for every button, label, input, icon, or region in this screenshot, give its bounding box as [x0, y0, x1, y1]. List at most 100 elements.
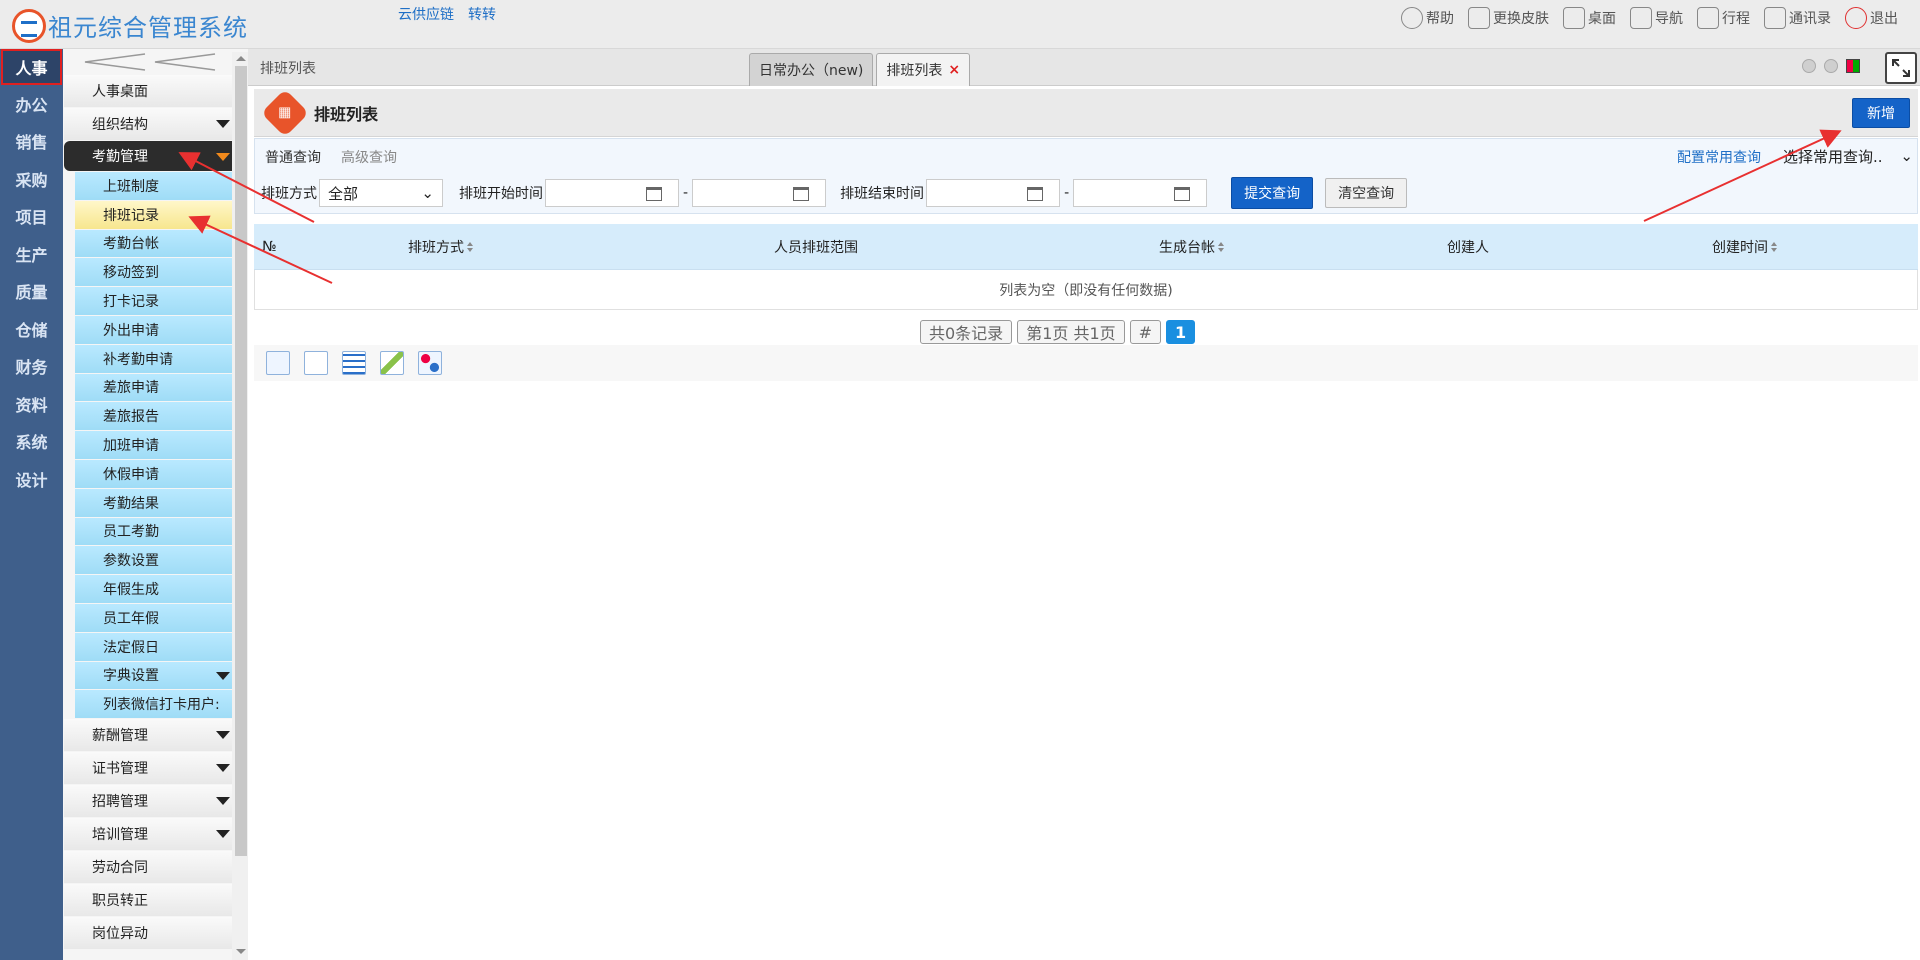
- calendar-icon[interactable]: [793, 187, 810, 201]
- submenu-item[interactable]: 员工年假: [75, 603, 246, 632]
- select-icon[interactable]: [266, 351, 290, 375]
- rail-item-design[interactable]: 设计: [0, 460, 63, 498]
- submenu-scrollbar[interactable]: [232, 52, 248, 960]
- tab-menu-icon[interactable]: [1846, 59, 1860, 73]
- submenu-item[interactable]: 劳动合同: [64, 851, 246, 884]
- submenu-item[interactable]: 法定假日: [75, 632, 246, 661]
- col-ledger[interactable]: 生成台帐: [1159, 237, 1447, 257]
- query-row: 排班方式 全部 ⌄ 排班开始时间 - 排班结束时间 - 提交查询 清空查询: [261, 177, 1408, 209]
- submenu-item[interactable]: 差旅申请: [75, 373, 246, 402]
- rail-item-quality[interactable]: 质量: [0, 273, 63, 311]
- nav-desktop[interactable]: 桌面: [1563, 7, 1616, 29]
- tab-prev-icon[interactable]: [1802, 59, 1816, 73]
- submenu-item[interactable]: 排班记录: [75, 200, 246, 229]
- tab-schedule-list[interactable]: 排班列表 ×: [876, 53, 971, 86]
- tab-schedule-list-label: 排班列表: [886, 63, 943, 79]
- submenu-item[interactable]: 补考勤申请: [75, 344, 246, 373]
- mode-select[interactable]: 全部 ⌄: [319, 179, 443, 207]
- plugin-icon[interactable]: [418, 351, 442, 375]
- submenu-item[interactable]: 打卡记录: [75, 287, 246, 315]
- rail-item-system[interactable]: 系统: [0, 423, 63, 461]
- submenu-item[interactable]: 招聘管理: [64, 785, 246, 818]
- submenu-item[interactable]: 薪酬管理: [64, 719, 246, 752]
- close-icon[interactable]: ×: [948, 62, 960, 78]
- submenu-item[interactable]: 差旅报告: [75, 402, 246, 431]
- scroll-up-icon[interactable]: [236, 56, 246, 61]
- submit-query-button[interactable]: 提交查询: [1231, 177, 1314, 209]
- submenu-item[interactable]: 年假生成: [75, 575, 246, 603]
- link-cloud-supply-chain[interactable]: 云供应链: [398, 4, 454, 24]
- config-common-query-link[interactable]: 配置常用查询: [1677, 147, 1761, 167]
- nav-help[interactable]: 帮助: [1401, 7, 1454, 29]
- document-icon[interactable]: [304, 351, 328, 375]
- submenu-item[interactable]: 考勤台帐: [75, 229, 246, 258]
- rail-item-finance[interactable]: 财务: [0, 348, 63, 386]
- double-chevron-left-icon: [84, 53, 216, 71]
- end-date-from[interactable]: [926, 179, 1061, 207]
- rail-item-office[interactable]: 办公: [0, 85, 63, 123]
- common-query-select[interactable]: 选择常用查询.. ⌄: [1783, 145, 1913, 167]
- submenu-item[interactable]: 证书管理: [64, 752, 246, 785]
- rail-item-purchase[interactable]: 采购: [0, 160, 63, 198]
- nav-contacts[interactable]: 通讯录: [1764, 7, 1831, 29]
- submenu-item[interactable]: 职员转正: [64, 884, 246, 917]
- submenu-item-label: 法定假日: [103, 639, 159, 656]
- submenu-item[interactable]: 培训管理: [64, 818, 246, 851]
- collapse-menu-button[interactable]: [63, 49, 248, 75]
- col-created-time-label: 创建时间: [1712, 239, 1768, 256]
- page-info: 第1页 共1页: [1017, 320, 1125, 344]
- submenu-item[interactable]: 移动签到: [75, 258, 246, 287]
- rail-item-sales[interactable]: 销售: [0, 123, 63, 161]
- rail-item-project[interactable]: 项目: [0, 198, 63, 236]
- rail-item-production[interactable]: 生产: [0, 235, 63, 273]
- submenu-item[interactable]: 列表微信打卡用户:: [75, 690, 246, 719]
- calendar-icon: [1697, 7, 1719, 29]
- calendar-icon[interactable]: [646, 187, 662, 201]
- tab-advanced-query[interactable]: 高级查询: [341, 147, 397, 167]
- fullscreen-button[interactable]: [1885, 52, 1917, 84]
- end-date-to[interactable]: [1073, 179, 1208, 207]
- submenu-item[interactable]: 参数设置: [75, 546, 246, 575]
- rail-item-resources[interactable]: 资料: [0, 385, 63, 423]
- add-button[interactable]: 新增: [1852, 98, 1910, 128]
- nav-schedule[interactable]: 行程: [1697, 7, 1750, 29]
- nav-navigation[interactable]: 导航: [1630, 7, 1683, 29]
- page-current[interactable]: 1: [1166, 320, 1196, 344]
- submenu-item-label: 参数设置: [103, 553, 159, 570]
- tab-daily-office[interactable]: 日常办公（new): [749, 53, 874, 86]
- rail-item-warehouse[interactable]: 仓储: [0, 310, 63, 348]
- edit-icon[interactable]: [380, 351, 404, 375]
- nav-help-label: 帮助: [1426, 11, 1454, 27]
- scroll-down-icon[interactable]: [236, 949, 246, 954]
- tab-normal-query[interactable]: 普通查询: [265, 147, 321, 167]
- submenu-item[interactable]: 字典设置: [75, 661, 246, 690]
- submenu-item[interactable]: 上班制度: [75, 172, 246, 200]
- link-zhuanzhuan[interactable]: 转转: [468, 4, 496, 24]
- scrollbar-thumb[interactable]: [235, 66, 247, 856]
- submenu-item[interactable]: 员工考勤: [75, 517, 246, 546]
- start-date-from[interactable]: [545, 179, 679, 207]
- calendar-icon[interactable]: [1027, 187, 1044, 201]
- submenu-item[interactable]: 加班申请: [75, 431, 246, 459]
- submenu-item[interactable]: 组织结构: [64, 108, 246, 140]
- nav-logout[interactable]: 退出: [1845, 7, 1898, 29]
- submenu-item[interactable]: 人事桌面: [64, 75, 246, 107]
- nav-skin[interactable]: 更换皮肤: [1468, 7, 1549, 29]
- page-jump[interactable]: #: [1129, 320, 1162, 344]
- power-icon: [1845, 7, 1867, 29]
- caret-down-icon: [216, 764, 230, 773]
- submenu-item[interactable]: 考勤结果: [75, 488, 246, 517]
- start-date-to[interactable]: [692, 179, 827, 207]
- tab-next-icon[interactable]: [1824, 59, 1838, 73]
- submenu-item[interactable]: 考勤管理: [64, 141, 246, 171]
- clear-query-button[interactable]: 清空查询: [1325, 178, 1408, 208]
- submenu-item[interactable]: 休假申请: [75, 459, 246, 488]
- rail-item-hr[interactable]: 人事: [1, 49, 62, 85]
- submenu-item[interactable]: 外出申请: [75, 315, 246, 344]
- table-icon[interactable]: [342, 351, 366, 375]
- submenu-item-label: 薪酬管理: [92, 728, 148, 745]
- submenu-item[interactable]: 岗位异动: [64, 917, 246, 950]
- col-mode[interactable]: 排班方式: [408, 237, 774, 257]
- calendar-icon[interactable]: [1174, 187, 1191, 201]
- col-created-time[interactable]: 创建时间: [1712, 237, 1777, 257]
